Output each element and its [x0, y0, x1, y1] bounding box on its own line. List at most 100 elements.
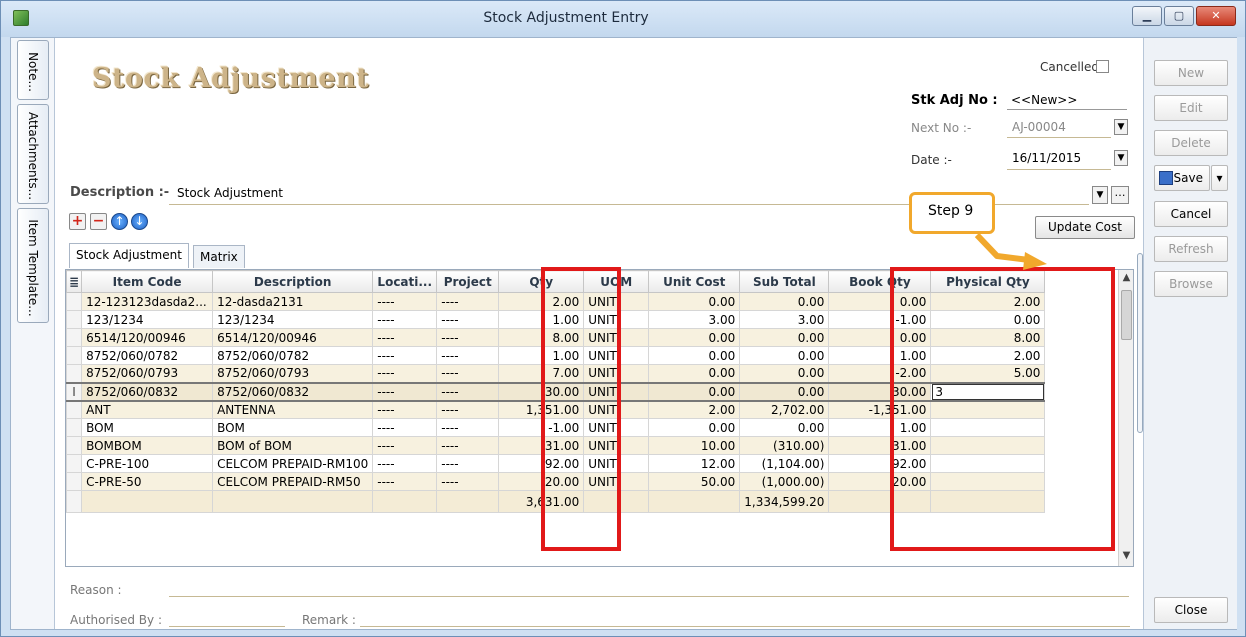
row-edit-indicator[interactable]: I	[66, 381, 83, 402]
table-cell[interactable]: ----	[372, 364, 438, 383]
column-header[interactable]: Locati...	[372, 270, 438, 293]
table-cell[interactable]: ----	[372, 346, 438, 365]
table-cell[interactable]: 12.00	[648, 454, 741, 473]
table-cell[interactable]: 2,702.00	[739, 400, 830, 419]
table-cell[interactable]: ----	[372, 292, 438, 311]
table-cell[interactable]: (310.00)	[739, 436, 830, 455]
table-cell[interactable]: ----	[372, 418, 438, 437]
table-cell[interactable]: ----	[372, 400, 438, 419]
table-cell[interactable]: ----	[372, 381, 438, 402]
browse-button[interactable]: Browse	[1154, 271, 1228, 297]
table-cell[interactable]: 0.00	[739, 364, 830, 383]
table-cell[interactable]: 123/1234	[81, 310, 214, 329]
row-indicator[interactable]	[66, 454, 83, 473]
table-cell[interactable]: ----	[436, 292, 500, 311]
stk-adj-no-field[interactable]: <<New>>	[1007, 90, 1127, 110]
column-header[interactable]: Description	[212, 270, 374, 293]
remove-row-icon[interactable]: −	[90, 213, 107, 230]
row-indicator[interactable]	[66, 418, 83, 437]
table-cell[interactable]: 12-123123dasda2...	[81, 292, 214, 311]
table-cell[interactable]: ----	[436, 400, 500, 419]
table-cell[interactable]: CELCOM PREPAID-RM50	[212, 472, 374, 491]
table-cell[interactable]: 8752/060/0832	[81, 381, 214, 402]
tab-matrix[interactable]: Matrix	[193, 245, 245, 268]
table-cell[interactable]: 6514/120/00946	[212, 328, 374, 347]
side-tab-attachments[interactable]: Attachments...	[17, 104, 49, 204]
table-cell[interactable]: (1,000.00)	[739, 472, 830, 491]
row-indicator[interactable]	[66, 292, 83, 311]
new-button[interactable]: New	[1154, 60, 1228, 86]
table-cell[interactable]: 8752/060/0782	[212, 346, 374, 365]
table-cell[interactable]: 8752/060/0832	[212, 381, 374, 402]
side-tab-item-template[interactable]: Item Template...	[17, 208, 49, 323]
reason-field[interactable]	[169, 596, 1129, 597]
delete-button[interactable]: Delete	[1154, 130, 1228, 156]
table-cell[interactable]: BOM	[81, 418, 214, 437]
side-tab-note[interactable]: Note...	[17, 40, 49, 100]
row-indicator[interactable]	[66, 328, 83, 347]
table-cell[interactable]: ----	[436, 454, 500, 473]
save-options-dropdown-icon[interactable]: ▾	[1211, 165, 1228, 191]
table-cell[interactable]: C-PRE-50	[81, 472, 214, 491]
date-field[interactable]: 16/11/2015	[1012, 151, 1081, 165]
table-cell[interactable]: ----	[372, 454, 438, 473]
table-cell[interactable]: ----	[436, 472, 500, 491]
next-no-field[interactable]: AJ-00004	[1012, 120, 1082, 134]
table-cell[interactable]: 3.00	[739, 310, 830, 329]
description-dropdown-button[interactable]: ▼	[1092, 186, 1108, 204]
maximize-button[interactable]: ▢	[1164, 6, 1194, 26]
row-indicator[interactable]	[66, 400, 83, 419]
table-cell[interactable]: 50.00	[648, 472, 741, 491]
table-cell[interactable]: ----	[436, 364, 500, 383]
table-cell[interactable]: ----	[436, 381, 500, 402]
row-indicator[interactable]	[66, 472, 83, 491]
date-dropdown-button[interactable]: ▼	[1114, 150, 1128, 166]
table-cell[interactable]: 3.00	[648, 310, 741, 329]
save-button[interactable]: Save	[1154, 165, 1210, 191]
authorised-by-field[interactable]	[169, 626, 285, 627]
next-no-dropdown-button[interactable]: ▼	[1114, 119, 1128, 135]
table-cell[interactable]: ----	[436, 310, 500, 329]
table-cell[interactable]: 0.00	[739, 381, 830, 402]
table-cell[interactable]: 0.00	[648, 292, 741, 311]
row-indicator[interactable]	[66, 310, 83, 329]
cancel-button[interactable]: Cancel	[1154, 201, 1228, 227]
table-cell[interactable]: 12-dasda2131	[212, 292, 374, 311]
table-cell[interactable]: 0.00	[739, 292, 830, 311]
close-button[interactable]: Close	[1154, 597, 1228, 623]
update-cost-button[interactable]: Update Cost	[1035, 216, 1135, 239]
column-header[interactable]: Unit Cost	[648, 270, 741, 293]
refresh-button[interactable]: Refresh	[1154, 236, 1228, 262]
edit-button[interactable]: Edit	[1154, 95, 1228, 121]
table-cell[interactable]: ----	[436, 436, 500, 455]
column-header[interactable]: Project	[436, 270, 500, 293]
add-row-icon[interactable]: +	[69, 213, 86, 230]
scroll-thumb[interactable]	[1121, 290, 1132, 340]
description-more-button[interactable]: …	[1111, 186, 1129, 204]
table-cell[interactable]: 0.00	[648, 364, 741, 383]
table-cell[interactable]: 10.00	[648, 436, 741, 455]
table-cell[interactable]: BOM of BOM	[212, 436, 374, 455]
minimize-button[interactable]: ▁	[1132, 6, 1162, 26]
table-cell[interactable]: 0.00	[648, 346, 741, 365]
table-cell[interactable]: ANTENNA	[212, 400, 374, 419]
scroll-down-icon[interactable]: ▼	[1119, 550, 1133, 561]
table-cell[interactable]: CELCOM PREPAID-RM100	[212, 454, 374, 473]
table-cell[interactable]: BOMBOM	[81, 436, 214, 455]
table-cell[interactable]: ANT	[81, 400, 214, 419]
table-cell[interactable]: C-PRE-100	[81, 454, 214, 473]
table-cell[interactable]: 8752/060/0793	[81, 364, 214, 383]
table-cell[interactable]: 0.00	[648, 328, 741, 347]
move-up-icon[interactable]: ↑	[111, 213, 128, 230]
table-cell[interactable]: 0.00	[739, 346, 830, 365]
table-cell[interactable]: 0.00	[739, 418, 830, 437]
table-cell[interactable]: ----	[372, 310, 438, 329]
table-cell[interactable]: 8752/060/0782	[81, 346, 214, 365]
table-cell[interactable]: ----	[372, 328, 438, 347]
column-header[interactable]: Item Code	[81, 270, 214, 293]
table-cell[interactable]: 123/1234	[212, 310, 374, 329]
table-cell[interactable]: 8752/060/0793	[212, 364, 374, 383]
table-cell[interactable]: BOM	[212, 418, 374, 437]
table-cell[interactable]: (1,104.00)	[739, 454, 830, 473]
table-cell[interactable]: 0.00	[739, 328, 830, 347]
